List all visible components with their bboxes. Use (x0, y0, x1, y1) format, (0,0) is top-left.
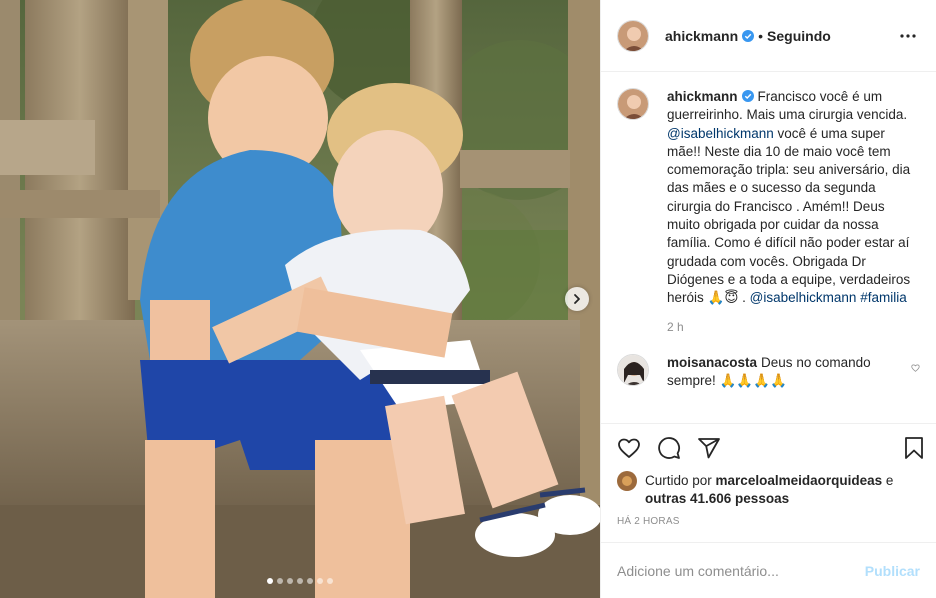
caption-author-avatar[interactable] (617, 88, 649, 120)
avatar-image (617, 471, 637, 491)
chevron-right-icon (574, 294, 580, 304)
action-bar (617, 424, 923, 472)
carousel-dot (317, 578, 323, 584)
comment-input[interactable] (617, 562, 865, 579)
others-likes-link[interactable]: outras 41.606 pessoas (645, 491, 789, 506)
carousel-indicator (0, 578, 600, 584)
carousel-dot (297, 578, 303, 584)
caption-username[interactable]: ahickmann (667, 89, 738, 104)
carousel-dot (287, 578, 293, 584)
hashtag-link[interactable]: #familia (860, 290, 907, 305)
carousel-dot (327, 578, 333, 584)
post-timestamp[interactable]: HÁ 2 HORAS (617, 516, 920, 530)
post-media[interactable] (0, 0, 600, 598)
following-button[interactable]: Seguindo (767, 28, 831, 44)
likes-middle: e (882, 473, 894, 488)
post-side-panel: ahickmann • Seguindo ahickmann Francisco… (600, 0, 936, 598)
share-icon[interactable] (697, 436, 721, 460)
avatar-image (618, 89, 648, 119)
verified-badge-icon (741, 90, 754, 102)
heart-icon[interactable] (617, 436, 641, 460)
heart-outline-icon[interactable] (911, 362, 920, 374)
mention-link[interactable]: @isabelhickmann (750, 290, 857, 305)
carousel-next-button[interactable] (565, 287, 589, 311)
likes-prefix: Curtido por (645, 473, 716, 488)
carousel-dot (267, 578, 273, 584)
avatar-image (618, 354, 648, 385)
post-photo (0, 0, 600, 598)
carousel-dot (277, 578, 283, 584)
caption-text: ahickmann Francisco você é um guerreirinh… (667, 88, 920, 308)
more-horizontal-icon (900, 33, 916, 38)
carousel-dot (307, 578, 313, 584)
likes-summary: Curtido por marceloalmeidaorquideas e ou… (617, 471, 920, 508)
comment-text: moisanacosta Deus no comando sempre! 🙏🙏🙏🙏 (667, 354, 911, 391)
liker-username[interactable]: marceloalmeidaorquideas (716, 473, 883, 488)
add-comment-bar: Publicar (601, 542, 936, 598)
caption-time[interactable]: 2 h (667, 320, 920, 334)
post-header: ahickmann • Seguindo (601, 0, 936, 72)
likes-text: Curtido por marceloalmeidaorquideas e ou… (645, 472, 920, 508)
caption: ahickmann Francisco você é um guerreirinh… (617, 88, 920, 308)
commenter-username[interactable]: moisanacosta (667, 355, 757, 370)
author-username[interactable]: ahickmann (665, 28, 738, 44)
instagram-post: ahickmann • Seguindo ahickmann Francisco… (0, 0, 936, 598)
comment-icon[interactable] (657, 436, 681, 460)
comments-section: ahickmann Francisco você é um guerreirinh… (601, 72, 936, 423)
commenter-avatar[interactable] (617, 353, 649, 386)
bookmark-icon[interactable] (902, 436, 926, 460)
more-options-button[interactable] (896, 24, 920, 48)
separator-dot: • (758, 27, 764, 44)
caption-text-part-2: você é uma super mãe!! Neste dia 10 de m… (667, 125, 911, 306)
publish-button[interactable]: Publicar (865, 563, 920, 579)
author-avatar[interactable] (617, 19, 649, 52)
post-actions: Curtido por marceloalmeidaorquideas e ou… (601, 423, 936, 530)
liker-avatar[interactable] (617, 471, 637, 491)
avatar-image (618, 20, 648, 51)
comment-item: moisanacosta Deus no comando sempre! 🙏🙏🙏🙏 (617, 353, 920, 391)
verified-badge-icon (742, 29, 755, 42)
mention-link[interactable]: @isabelhickmann (667, 126, 774, 141)
